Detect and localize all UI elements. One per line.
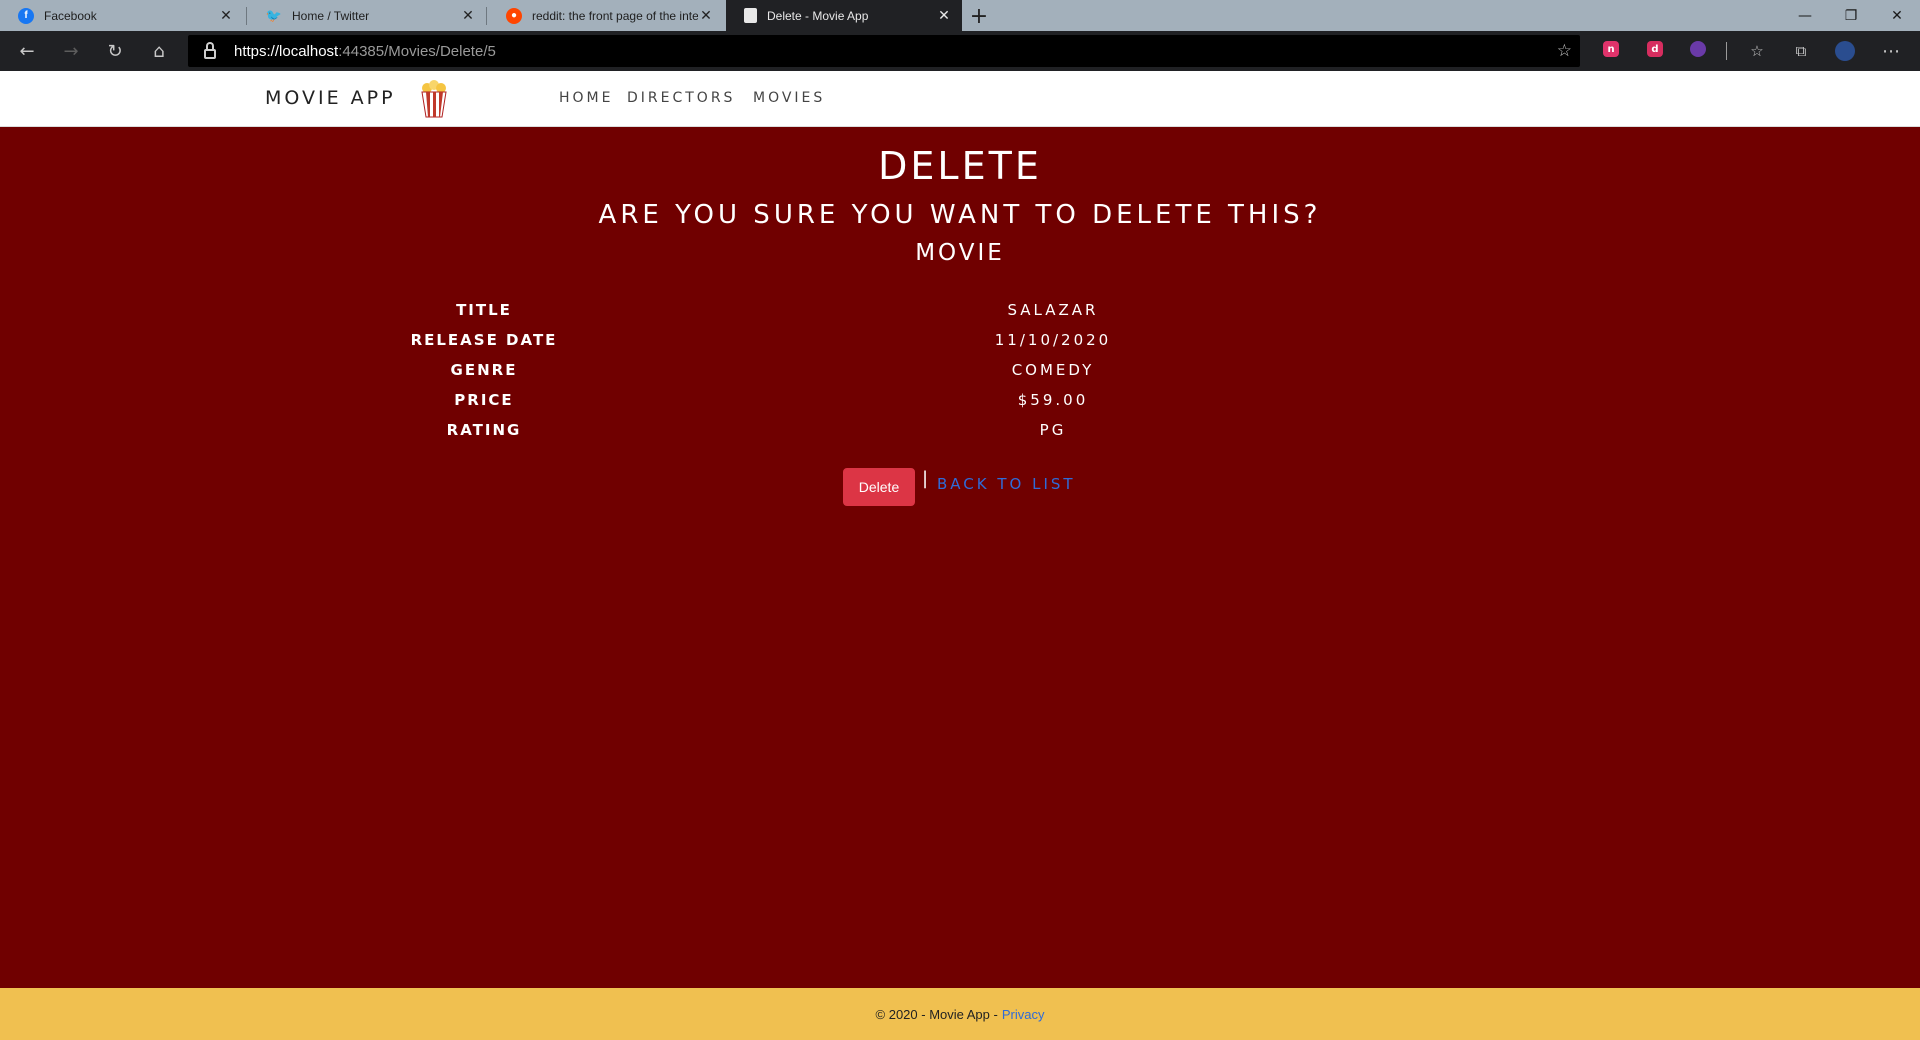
tab-divider: [246, 7, 247, 25]
refresh-icon[interactable]: ↻: [100, 36, 130, 66]
browser-toolbar: ← → ↻ ⌂ https://localhost:44385/Movies/D…: [0, 31, 1920, 71]
lock-icon: [204, 42, 216, 59]
field-label: GENRE: [450, 361, 518, 379]
profile-avatar-icon[interactable]: [1830, 36, 1860, 66]
tab-facebook[interactable]: f Facebook ✕: [0, 0, 244, 31]
restore-button[interactable]: ❐: [1828, 0, 1874, 31]
detail-row-rating: RATING PG: [0, 421, 1920, 445]
main-content: DELETE ARE YOU SURE YOU WANT TO DELETE T…: [0, 128, 1920, 988]
tab-title: reddit: the front page of the inte: [532, 8, 698, 23]
detail-row-title: TITLE SALAZAR: [0, 301, 1920, 325]
close-tab-icon[interactable]: ✕: [698, 7, 714, 24]
url-text: https://localhost:44385/Movies/Delete/5: [234, 42, 496, 60]
field-label: RATING: [446, 421, 522, 439]
favorite-star-icon[interactable]: ☆: [1557, 41, 1572, 61]
close-window-button[interactable]: ✕: [1874, 0, 1920, 31]
nav-movies[interactable]: MOVIES: [753, 90, 825, 106]
close-tab-icon[interactable]: ✕: [218, 7, 234, 24]
field-value: $59.00: [1017, 391, 1089, 409]
facebook-icon: f: [18, 7, 34, 24]
forward-arrow-icon[interactable]: →: [56, 36, 86, 66]
home-icon[interactable]: ⌂: [144, 36, 174, 66]
page-icon: [744, 8, 757, 23]
extension-icon[interactable]: d: [1647, 41, 1663, 57]
field-label: TITLE: [456, 301, 512, 319]
brand-link[interactable]: MOVIE APP: [265, 87, 396, 109]
field-value: SALAZAR: [1007, 301, 1099, 319]
new-tab-button[interactable]: +: [966, 3, 992, 29]
footer-copyright: © 2020 - Movie App -: [875, 1006, 998, 1022]
more-menu-icon[interactable]: ⋯: [1876, 36, 1906, 66]
back-arrow-icon[interactable]: ←: [12, 36, 42, 66]
privacy-link[interactable]: Privacy: [1002, 1007, 1045, 1022]
delete-button[interactable]: Delete: [843, 468, 915, 506]
twitter-icon: 🐦: [265, 7, 283, 23]
detail-row-release-date: RELEASE DATE 11/10/2020: [0, 331, 1920, 355]
popcorn-icon: [421, 80, 447, 118]
tab-twitter[interactable]: 🐦 Home / Twitter ✕: [248, 0, 486, 31]
favorites-icon[interactable]: ☆: [1742, 36, 1772, 66]
field-label: PRICE: [454, 391, 514, 409]
close-tab-icon[interactable]: ✕: [460, 7, 476, 24]
tab-title: Facebook: [44, 8, 97, 23]
detail-row-price: PRICE $59.00: [0, 391, 1920, 415]
nav-home[interactable]: HOME: [559, 90, 613, 106]
tab-delete-movie-app[interactable]: Delete - Movie App ✕: [726, 0, 962, 31]
browser-tab-bar: f Facebook ✕ 🐦 Home / Twitter ✕ ● reddit…: [0, 0, 1920, 31]
field-value: COMEDY: [1011, 361, 1095, 379]
action-separator: |: [922, 468, 929, 489]
toolbar-divider: [1726, 42, 1727, 60]
tab-reddit[interactable]: ● reddit: the front page of the inte ✕: [488, 0, 724, 31]
extension-icon[interactable]: [1690, 41, 1706, 57]
detail-row-genre: GENRE COMEDY: [0, 361, 1920, 385]
site-navbar: MOVIE APP HOME DIRECTORS MOVIES: [0, 71, 1920, 127]
field-value: PG: [1039, 421, 1067, 439]
tab-title: Delete - Movie App: [767, 8, 869, 23]
page-title: DELETE: [878, 144, 1042, 188]
extension-icon[interactable]: n: [1603, 41, 1619, 57]
collections-icon[interactable]: ⧉: [1786, 36, 1816, 66]
minimize-button[interactable]: —: [1782, 0, 1828, 31]
field-value: 11/10/2020: [994, 331, 1112, 349]
address-bar[interactable]: https://localhost:44385/Movies/Delete/5 …: [188, 35, 1580, 67]
entity-heading: MOVIE: [915, 240, 1005, 266]
site-footer: © 2020 - Movie App - Privacy: [0, 988, 1920, 1040]
tab-title: Home / Twitter: [292, 8, 370, 23]
tab-divider: [486, 7, 487, 25]
close-tab-icon[interactable]: ✕: [936, 7, 952, 24]
nav-directors[interactable]: DIRECTORS: [627, 90, 735, 106]
back-to-list-link[interactable]: BACK TO LIST: [937, 475, 1076, 493]
field-label: RELEASE DATE: [410, 331, 558, 349]
reddit-icon: ●: [506, 7, 522, 24]
confirm-question: ARE YOU SURE YOU WANT TO DELETE THIS?: [598, 200, 1322, 230]
